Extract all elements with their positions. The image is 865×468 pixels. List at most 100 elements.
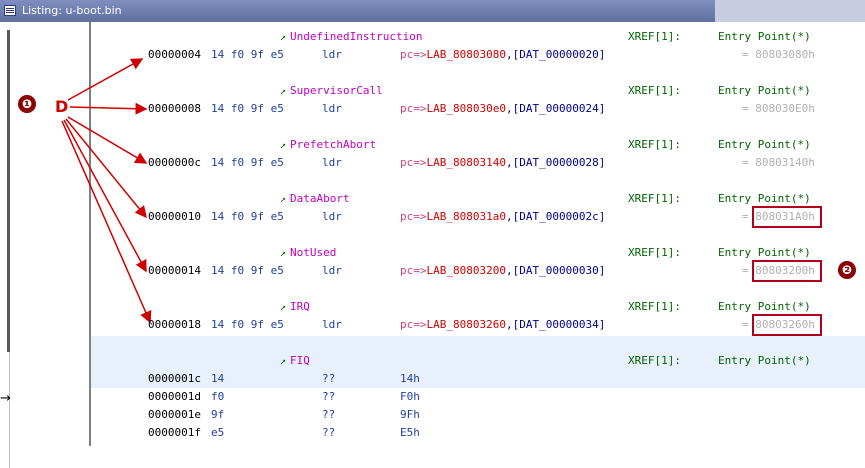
operand-data-ref[interactable]: [DAT_00000030] [513, 264, 606, 277]
function-name: PrefetchAbort [290, 138, 377, 151]
instruction-bytes: 14 f0 9f e5 [211, 156, 284, 169]
undefined-byte-operand: F0h [400, 390, 420, 403]
instruction-operands[interactable]: pc=>LAB_808031a0,[DAT_0000002c] [400, 208, 605, 226]
entry-point-ref[interactable]: Entry Point(*) [718, 352, 811, 370]
xref-label[interactable]: XREF[1]: [628, 82, 681, 100]
entry-point-ref[interactable]: Entry Point(*) [718, 82, 811, 100]
instruction-operands[interactable]: pc=>LAB_80803200,[DAT_00000030] [400, 262, 605, 280]
function-name: IRQ [290, 300, 310, 313]
operand-arrow: => [413, 264, 427, 277]
instruction-operands[interactable]: pc=>LAB_80803080,[DAT_00000020] [400, 46, 605, 64]
operand-data-ref[interactable]: [DAT_00000028] [513, 156, 606, 169]
operand-arrow: => [413, 102, 427, 115]
xref-label[interactable]: XREF[1]: [628, 190, 681, 208]
operand-label-link[interactable]: LAB_808030e0 [427, 102, 506, 115]
reference-arrow-icon: ↗ [280, 86, 287, 97]
reference-arrow-icon: ↗ [280, 356, 287, 367]
operand-register: pc [400, 264, 414, 277]
operand-separator: , [505, 156, 513, 169]
function-label[interactable]: ↗ DataAbort [280, 190, 350, 208]
function-label[interactable]: ↗ IRQ [280, 298, 310, 316]
operand-data-ref[interactable]: [DAT_00000020] [513, 48, 606, 61]
function-name: SupervisorCall [290, 84, 383, 97]
operand-arrow: => [413, 210, 427, 223]
instruction-operands[interactable]: pc=>LAB_80803260,[DAT_00000034] [400, 316, 605, 334]
undefined-mnemonic[interactable]: ?? [322, 424, 335, 442]
undefined-byte-address[interactable]: 0000001f [148, 424, 201, 442]
undefined-byte-address[interactable]: 0000001e [148, 406, 201, 424]
arrow-to-0000000c [67, 116, 148, 164]
instruction-address[interactable]: 00000014 [148, 262, 201, 280]
resolved-target-value: = 80803260h [742, 318, 815, 331]
instruction-mnemonic[interactable]: ldr [322, 208, 342, 226]
instruction-address[interactable]: 00000018 [148, 316, 201, 334]
operand-arrow: => [413, 318, 427, 331]
operand-arrow: => [413, 48, 427, 61]
function-label[interactable]: ↗ FIQ [280, 352, 310, 370]
instruction-address[interactable]: 0000000c [148, 154, 201, 172]
xref-label[interactable]: XREF[1]: [628, 298, 681, 316]
reference-arrow-icon: ↗ [280, 302, 287, 313]
function-label[interactable]: ↗ UndefinedInstruction [280, 28, 422, 46]
operand-label-link[interactable]: LAB_80803260 [427, 318, 506, 331]
operand-separator: , [505, 210, 513, 223]
undefined-byte-address[interactable]: 0000001c [148, 370, 201, 388]
resolved-target-value: = 808030E0h [742, 102, 815, 115]
undefined-byte-address[interactable]: 0000001d [148, 388, 201, 406]
reference-arrow-icon: ↗ [280, 32, 287, 43]
function-name: UndefinedInstruction [290, 30, 423, 43]
entry-point-ref[interactable]: Entry Point(*) [718, 190, 811, 208]
operand-data-ref[interactable]: [DAT_0000002c] [513, 210, 606, 223]
xref-label[interactable]: XREF[1]: [628, 244, 681, 262]
operand-label-link[interactable]: LAB_80803080 [427, 48, 506, 61]
function-label[interactable]: ↗ PrefetchAbort [280, 136, 376, 154]
instruction-bytes: 14 f0 9f e5 [211, 48, 284, 61]
instruction-mnemonic[interactable]: ldr [322, 46, 342, 64]
instruction-mnemonic[interactable]: ldr [322, 262, 342, 280]
entry-point-ref[interactable]: Entry Point(*) [718, 244, 811, 262]
function-label[interactable]: ↗ SupervisorCall [280, 82, 383, 100]
operand-data-ref[interactable]: [DAT_00000024] [513, 102, 606, 115]
function-label[interactable]: ↗ NotUsed [280, 244, 336, 262]
operand-label-link[interactable]: LAB_80803200 [427, 264, 506, 277]
entry-point-ref[interactable]: Entry Point(*) [718, 136, 811, 154]
undefined-byte-value: f0 [211, 390, 225, 403]
resolved-target-value: = 80803140h [742, 156, 815, 169]
undefined-byte-operand: 14h [400, 372, 420, 385]
instruction-operands[interactable]: pc=>LAB_808030e0,[DAT_00000024] [400, 100, 605, 118]
undefined-byte-operand: 9Fh [400, 408, 420, 421]
undefined-mnemonic[interactable]: ?? [322, 388, 335, 406]
instruction-mnemonic[interactable]: ldr [322, 154, 342, 172]
operand-separator: , [505, 102, 513, 115]
arrow-to-00000014 [63, 119, 147, 273]
instruction-address[interactable]: 00000004 [148, 46, 201, 64]
operand-label-link[interactable]: LAB_808031a0 [427, 210, 506, 223]
arrow-to-00000010 [65, 118, 147, 219]
entry-point-ref[interactable]: Entry Point(*) [718, 298, 811, 316]
operand-register: pc [400, 156, 414, 169]
operand-data-ref[interactable]: [DAT_00000034] [513, 318, 606, 331]
arrow-to-00000004 [67, 58, 144, 101]
instruction-mnemonic[interactable]: ldr [322, 100, 342, 118]
instruction-bytes: 14 f0 9f e5 [211, 102, 284, 115]
operand-register: pc [400, 48, 414, 61]
operand-label-link[interactable]: LAB_80803140 [427, 156, 506, 169]
function-name: FIQ [290, 354, 310, 367]
resolved-target-value: = 808031A0h [742, 210, 815, 223]
instruction-mnemonic[interactable]: ldr [322, 316, 342, 334]
arrow-to-00000008 [69, 102, 148, 115]
instruction-bytes: 14 f0 9f e5 [211, 264, 284, 277]
xref-label[interactable]: XREF[1]: [628, 136, 681, 154]
instruction-address[interactable]: 00000010 [148, 208, 201, 226]
reference-arrow-icon: ↗ [280, 248, 287, 259]
resolved-target-value: = 80803080h [742, 48, 815, 61]
instruction-bytes: 14 f0 9f e5 [211, 318, 284, 331]
instruction-address[interactable]: 00000008 [148, 100, 201, 118]
entry-point-ref[interactable]: Entry Point(*) [718, 28, 811, 46]
xref-label[interactable]: XREF[1]: [628, 352, 681, 370]
xref-label[interactable]: XREF[1]: [628, 28, 681, 46]
instruction-operands[interactable]: pc=>LAB_80803140,[DAT_00000028] [400, 154, 605, 172]
undefined-mnemonic[interactable]: ?? [322, 370, 335, 388]
arrow-to-00000018 [61, 120, 152, 324]
undefined-mnemonic[interactable]: ?? [322, 406, 335, 424]
